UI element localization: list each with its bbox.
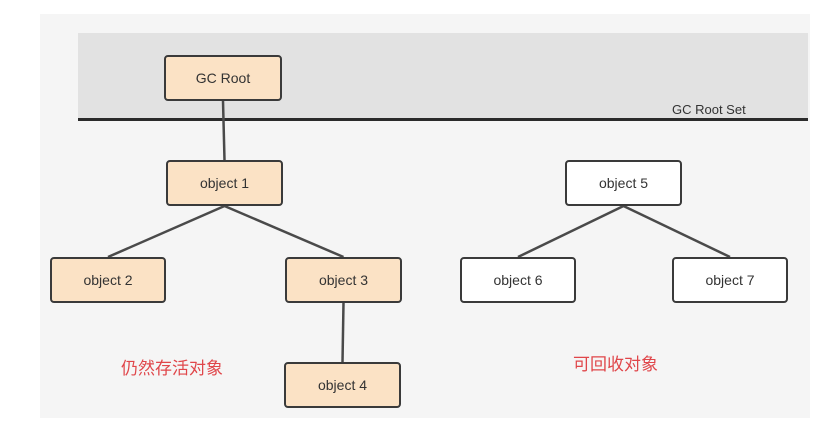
edge-object5-to-object6: [517, 204, 625, 259]
edge-object1-to-object3: [224, 204, 344, 259]
object-4-node: object 4: [284, 362, 401, 408]
collectable-objects-caption: 可回收对象: [573, 355, 658, 375]
object-7-node: object 7: [672, 257, 788, 303]
gc-root-node: GC Root: [164, 55, 282, 101]
object-5-node: object 5: [565, 160, 682, 206]
live-objects-caption: 仍然存活对象: [121, 359, 223, 379]
object-3-node: object 3: [285, 257, 402, 303]
object-2-node: object 2: [50, 257, 166, 303]
edge-object1-to-object2: [107, 204, 226, 259]
object-6-node: object 6: [460, 257, 576, 303]
edge-object5-to-object7: [622, 204, 731, 259]
edge-gc_root-to-object1: [221, 100, 226, 161]
object-1-node: object 1: [166, 160, 283, 206]
edge-object3-to-object4: [341, 302, 345, 363]
